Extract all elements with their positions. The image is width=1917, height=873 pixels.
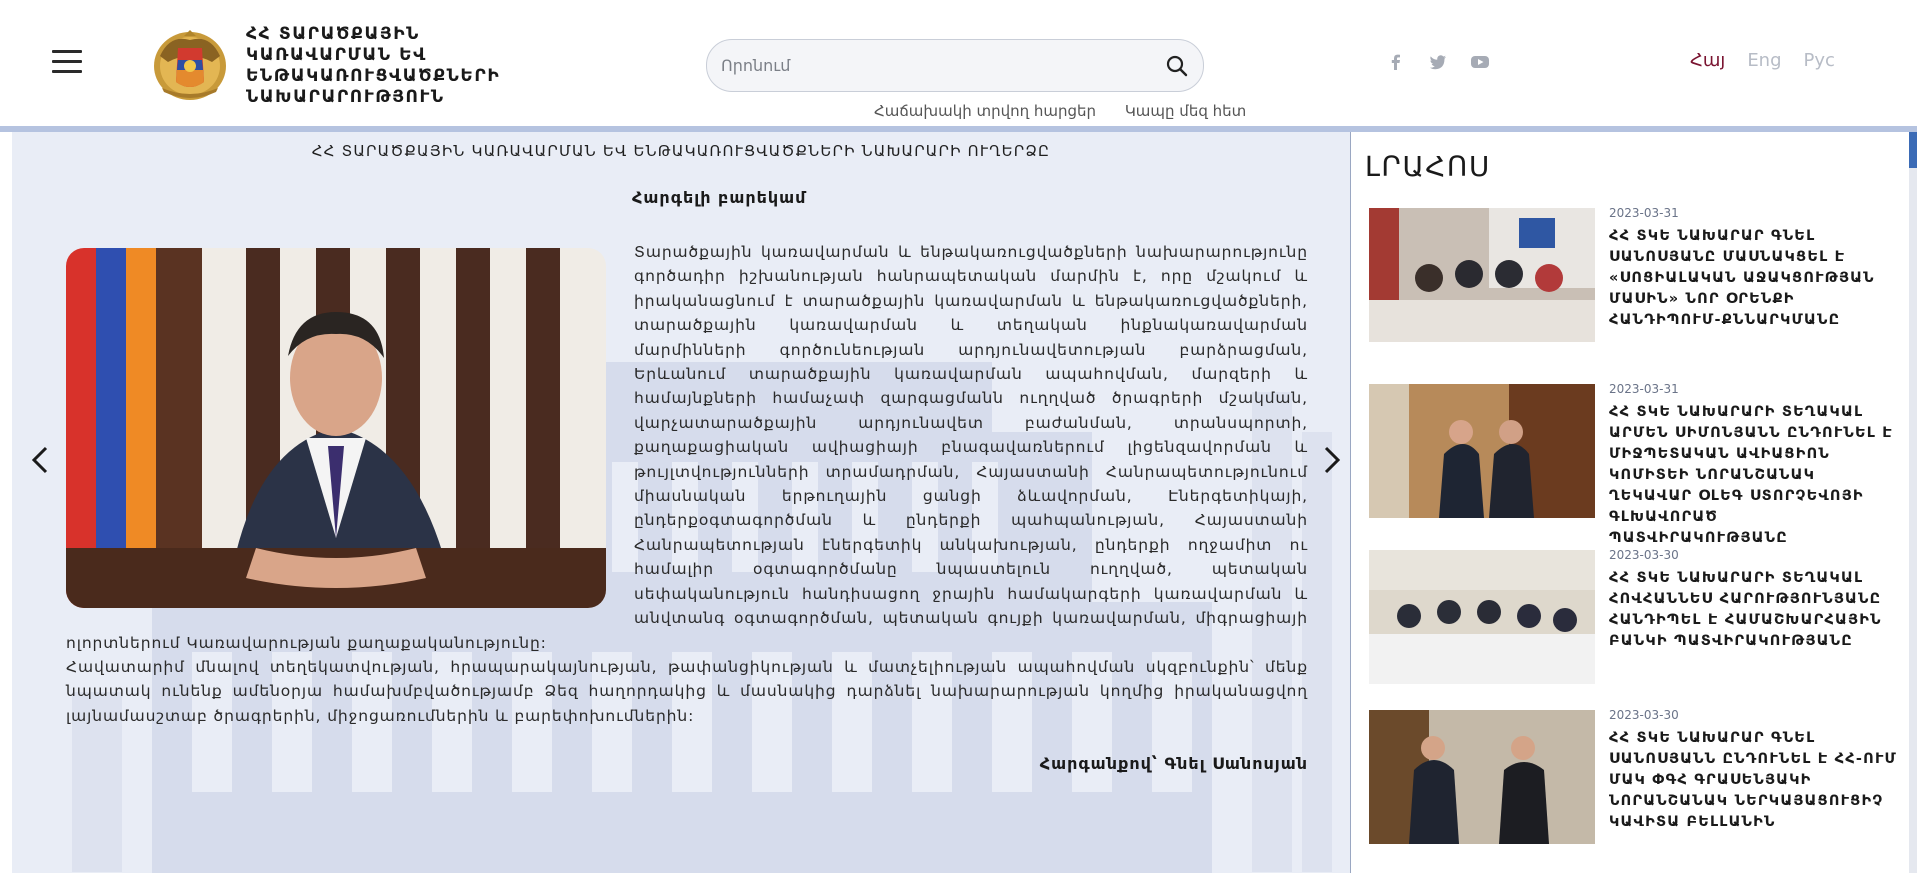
chevron-right-icon[interactable] — [1318, 440, 1344, 480]
youtube-icon[interactable] — [1470, 52, 1490, 72]
news-thumbnail[interactable] — [1369, 710, 1595, 844]
menu-burger-icon[interactable] — [52, 50, 82, 74]
facebook-icon[interactable] — [1386, 52, 1406, 72]
news-thumbnail[interactable] — [1369, 384, 1595, 518]
signature: Հարգանքով՝ Գնել Սանոսյան — [1039, 754, 1308, 773]
minister-portrait — [66, 248, 606, 608]
news-headline[interactable]: ՀՀ ՏԿԵ ՆԱԽԱՐԱՐԻ ՏԵՂԱԿԱԼ ՀՈՎՀԱՆՆԵՍ ՀԱՐՈՒԹ… — [1609, 568, 1899, 652]
lang-en[interactable]: Eng — [1747, 50, 1781, 71]
news-thumbnail[interactable] — [1369, 550, 1595, 684]
ministry-title[interactable]: ՀՀ ՏԱՐԱԾՔԱՅԻՆ ԿԱՌԱՎԱՐՄԱՆ ԵՎ ԵՆԹԱԿԱՌՈՒՑՎԱ… — [246, 24, 506, 108]
search-box[interactable] — [706, 39, 1204, 92]
social-links — [1386, 52, 1490, 72]
lang-hy[interactable]: Հայ — [1690, 50, 1725, 71]
news-date: 2023-03-31 — [1609, 206, 1679, 220]
contact-link[interactable]: Կապը մեզ հետ — [1125, 102, 1246, 120]
news-headline[interactable]: ՀՀ ՏԿԵ ՆԱԽԱՐԱՐ ԳՆԵԼ ՍԱՆՈՍՅԱՆՆ ԸՆԴՈՒՆԵԼ Է… — [1609, 728, 1899, 833]
faq-link[interactable]: Հաճախակի տրվող հարցեր — [874, 102, 1096, 120]
news-date: 2023-03-30 — [1609, 548, 1679, 562]
chevron-left-icon[interactable] — [28, 440, 54, 480]
site-header: ՀՀ ՏԱՐԱԾՔԱՅԻՆ ԿԱՌԱՎԱՐՄԱՆ ԵՎ ԵՆԹԱԿԱՌՈՒՑՎԱ… — [0, 0, 1917, 126]
minister-message-section: ՀՀ ՏԱՐԱԾՔԱՅԻՆ ԿԱՌԱՎԱՐՄԱՆ ԵՎ ԵՆԹԱԿԱՌՈՒՑՎԱ… — [12, 132, 1350, 873]
news-date: 2023-03-30 — [1609, 708, 1679, 722]
news-date: 2023-03-31 — [1609, 382, 1679, 396]
language-switcher: Հայ Eng Рус — [1690, 50, 1835, 71]
news-headline[interactable]: ՀՀ ՏԿԵ ՆԱԽԱՐԱՐ ԳՆԵԼ ՍԱՆՈՍՅԱՆԸ ՄԱՍՆԱԿՑԵԼ … — [1609, 226, 1899, 331]
greeting: Հարգելի բարեկամ — [632, 188, 807, 207]
news-thumbnail[interactable] — [1369, 208, 1595, 342]
top-links: Հաճախակի տրվող հարցեր Կապը մեզ հետ — [874, 102, 1270, 120]
message-paragraph: Հավատարիմ մնալով տեղեկատվության, հրապարա… — [66, 657, 1308, 725]
news-title: ԼՐԱՀՈՍ — [1365, 150, 1491, 183]
message-title: ՀՀ ՏԱՐԱԾՔԱՅԻՆ ԿԱՌԱՎԱՐՄԱՆ ԵՎ ԵՆԹԱԿԱՌՈՒՑՎԱ… — [311, 142, 1051, 160]
search-input[interactable] — [721, 40, 1141, 91]
news-headline[interactable]: ՀՀ ՏԿԵ ՆԱԽԱՐԱՐԻ ՏԵՂԱԿԱԼ ԱՐՄԵՆ ՍԻՄՈՆՅԱՆՆ … — [1609, 402, 1899, 549]
news-feed: ԼՐԱՀՈՍ 2023-03-31 ՀՀ ՏԿԵ ՆԱԽԱՐԱՐ ԳՆԵԼ ՍԱ… — [1350, 132, 1917, 873]
twitter-icon[interactable] — [1428, 52, 1448, 72]
news-scrollbar[interactable] — [1909, 132, 1917, 873]
search-icon[interactable] — [1165, 54, 1189, 78]
lang-ru[interactable]: Рус — [1804, 50, 1835, 71]
coat-of-arms-logo[interactable] — [150, 26, 230, 102]
